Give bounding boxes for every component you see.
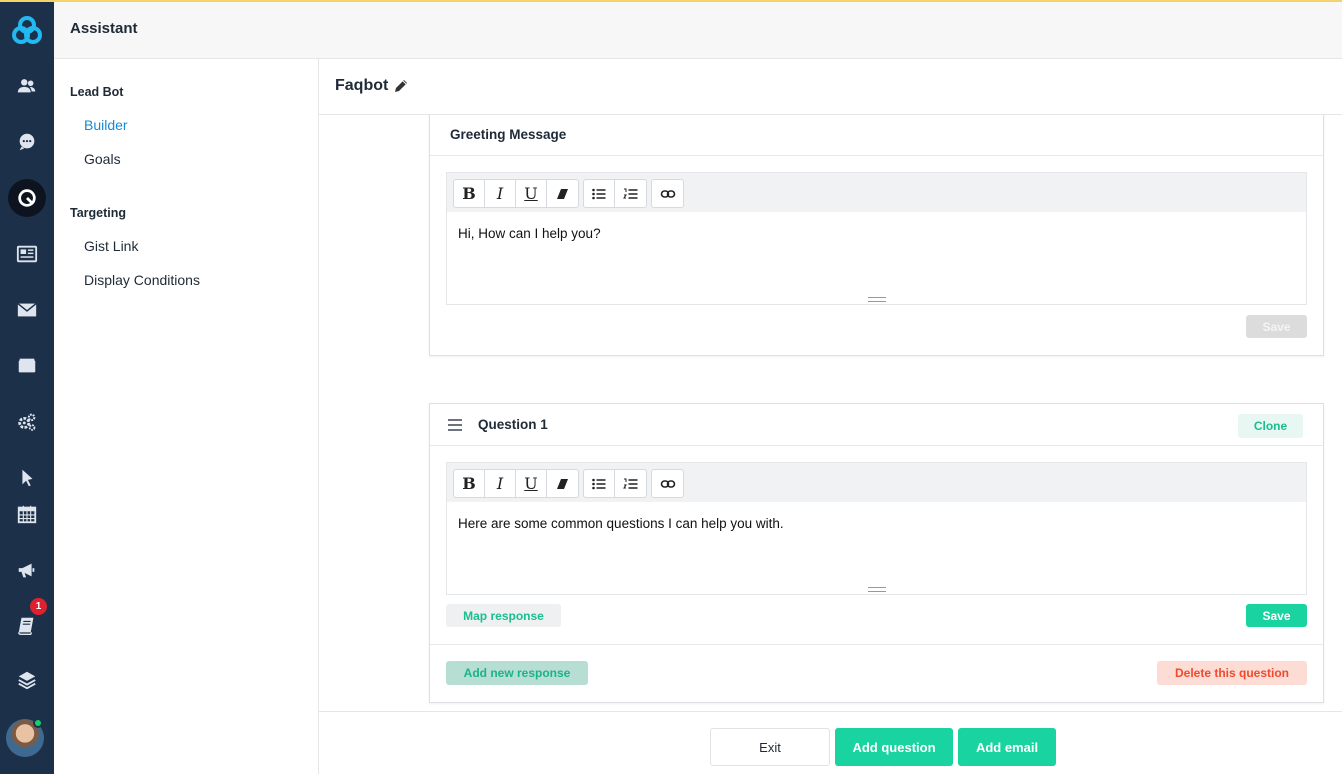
question-title: Question 1 <box>478 417 548 432</box>
clear-format-icon[interactable] <box>547 180 578 207</box>
link-icon[interactable] <box>652 180 683 207</box>
bot-icon[interactable] <box>0 179 54 217</box>
bold-button[interactable]: B <box>454 470 485 497</box>
section-targeting: Targeting <box>70 206 127 220</box>
chat-icon[interactable] <box>0 124 54 160</box>
link-icon[interactable] <box>652 470 683 497</box>
mail-icon[interactable] <box>0 292 54 328</box>
question-save-button[interactable]: Save <box>1246 604 1307 627</box>
numbered-list-icon[interactable] <box>615 470 646 497</box>
sub-navigation: Lead Bot Builder Goals Targeting Gist Li… <box>54 59 319 774</box>
card-title: Greeting Message <box>450 127 567 142</box>
bold-button[interactable]: B <box>454 180 485 207</box>
link-group <box>651 469 684 498</box>
italic-button[interactable]: I <box>485 180 516 207</box>
add-new-response-button[interactable]: Add new response <box>446 661 588 685</box>
link-group <box>651 179 684 208</box>
underline-button[interactable]: U <box>516 180 547 207</box>
edit-pencil-icon[interactable] <box>393 78 409 94</box>
users-icon[interactable] <box>0 68 54 104</box>
builder-canvas: Greeting Message B I U Hi, How can I hel… <box>319 115 1342 711</box>
online-status-dot <box>33 718 43 728</box>
resize-grip-icon[interactable] <box>868 587 886 592</box>
add-email-button[interactable]: Add email <box>958 728 1056 766</box>
editor-toolbar: B I U <box>446 172 1307 212</box>
calendar-icon[interactable] <box>0 496 54 532</box>
list-group <box>583 469 647 498</box>
bot-header: Faqbot <box>319 59 1342 115</box>
clone-button[interactable]: Clone <box>1238 414 1303 438</box>
subnav-item-gist-link[interactable]: Gist Link <box>84 238 138 254</box>
exit-button[interactable]: Exit <box>710 728 830 766</box>
divider <box>430 644 1323 645</box>
bullet-list-icon[interactable] <box>584 180 615 207</box>
underline-button[interactable]: U <box>516 470 547 497</box>
greeting-message-card: Greeting Message B I U Hi, How can I hel… <box>429 115 1324 356</box>
question-card: Question 1 Clone B I U Here are some com… <box>429 403 1324 703</box>
delete-question-button[interactable]: Delete this question <box>1157 661 1307 685</box>
greeting-text: Hi, How can I help you? <box>458 226 601 241</box>
clear-format-icon[interactable] <box>547 470 578 497</box>
page-title: Assistant <box>70 20 138 37</box>
editor-toolbar: B I U <box>446 462 1307 502</box>
question-editor[interactable]: Here are some common questions I can hel… <box>446 502 1307 595</box>
resize-grip-icon[interactable] <box>868 297 886 302</box>
subnav-item-builder[interactable]: Builder <box>84 117 128 133</box>
format-group: B I U <box>453 469 579 498</box>
action-footer: Exit Add question Add email <box>319 711 1342 774</box>
inbox-icon[interactable] <box>0 348 54 384</box>
newspaper-icon[interactable] <box>0 236 54 272</box>
app-logo[interactable] <box>8 12 46 50</box>
section-lead-bot: Lead Bot <box>70 85 124 99</box>
greeting-save-button[interactable]: Save <box>1246 315 1307 338</box>
card-header: Greeting Message <box>430 115 1323 156</box>
drag-handle-icon[interactable] <box>448 419 462 431</box>
numbered-list-icon[interactable] <box>615 180 646 207</box>
pointer-icon[interactable] <box>0 460 54 496</box>
layers-icon[interactable] <box>0 662 54 698</box>
main-nav-rail: 1 <box>0 0 54 774</box>
bullet-list-icon[interactable] <box>584 470 615 497</box>
subnav-item-display-conditions[interactable]: Display Conditions <box>84 272 200 288</box>
italic-button[interactable]: I <box>485 470 516 497</box>
greeting-editor[interactable]: Hi, How can I help you? <box>446 212 1307 305</box>
app-header: Assistant <box>54 2 1342 59</box>
format-group: B I U <box>453 179 579 208</box>
question-text: Here are some common questions I can hel… <box>458 516 784 531</box>
add-question-button[interactable]: Add question <box>835 728 953 766</box>
top-accent-line <box>0 0 1342 2</box>
megaphone-icon[interactable] <box>0 552 54 588</box>
list-group <box>583 179 647 208</box>
card-header: Question 1 Clone <box>430 404 1323 446</box>
notification-badge: 1 <box>30 598 47 615</box>
active-indicator <box>8 179 46 217</box>
map-response-button[interactable]: Map response <box>446 604 561 627</box>
gears-icon[interactable] <box>0 404 54 440</box>
bot-name: Faqbot <box>335 77 389 94</box>
knowledge-book-icon[interactable]: 1 <box>0 598 54 644</box>
subnav-item-goals[interactable]: Goals <box>84 151 121 167</box>
